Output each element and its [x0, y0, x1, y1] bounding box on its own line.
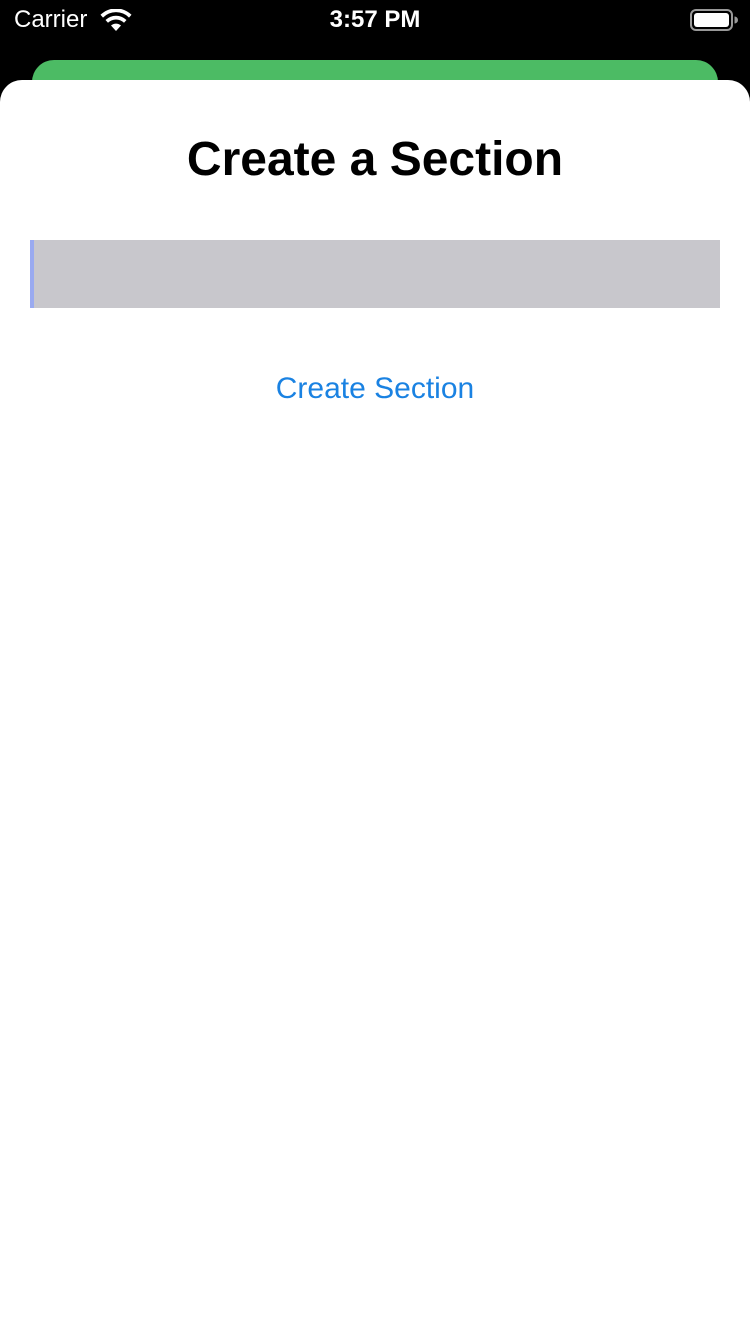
status-bar: Carrier 3:57 PM — [0, 0, 750, 40]
sheet-title: Create a Section — [186, 133, 564, 186]
screen: Carrier 3:57 PM Create a Section Create … — [0, 0, 750, 1334]
clock-time: 3:57 PM — [329, 6, 421, 33]
section-name-input[interactable] — [30, 240, 720, 308]
create-section-button[interactable]: Create Section — [225, 364, 525, 414]
battery-full-icon — [690, 9, 738, 31]
modal-sheet: Create a Section Create Section — [0, 80, 750, 1334]
